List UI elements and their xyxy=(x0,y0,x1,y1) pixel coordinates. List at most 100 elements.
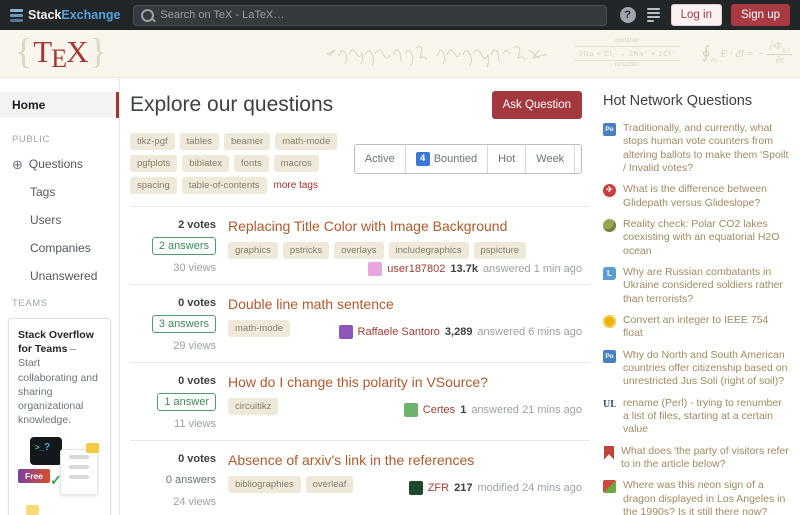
signup-button[interactable]: Sign up xyxy=(731,4,790,26)
search-icon xyxy=(141,9,154,22)
sidebar-item-home[interactable]: Home xyxy=(0,92,119,118)
tag-filter[interactable]: macros xyxy=(274,155,319,172)
hot-question[interactable]: Where was this neon sign of a dragon dis… xyxy=(603,479,790,515)
tag-filter[interactable]: tikz-pgf xyxy=(130,133,175,150)
search-container xyxy=(133,5,606,26)
hot-question[interactable]: Po Traditionally, and currently, what st… xyxy=(603,122,790,175)
filter-week[interactable]: Week xyxy=(525,145,574,173)
tag-filter[interactable]: spacing xyxy=(130,177,177,194)
question-filter-group: Active 4Bountied Hot Week Month xyxy=(354,144,582,174)
avatar[interactable] xyxy=(339,325,353,339)
teams-card-body: – Start collaborating and sharing organi… xyxy=(18,343,98,426)
tag[interactable]: math-mode xyxy=(228,320,290,337)
question-row: 0 votes 1 answer 11 views How do I chang… xyxy=(130,363,590,441)
sidebar-item-tags[interactable]: Tags xyxy=(0,178,119,206)
question-stats: 2 votes 2 answers 30 views xyxy=(130,217,228,274)
question-title-link[interactable]: Double line math sentence xyxy=(228,296,582,312)
header-background-formulas: oxidation 2Na + Cl₂ → 2Na⁺ + 2Cl⁻ reduct… xyxy=(325,30,792,77)
user-link[interactable]: user187802 xyxy=(387,263,445,275)
avatar[interactable] xyxy=(409,481,423,495)
sidebar-item-companies[interactable]: Companies xyxy=(0,234,119,262)
user-link[interactable]: ZFR xyxy=(428,482,449,494)
user-reputation: 13.7k xyxy=(450,263,478,275)
tag-filter[interactable]: biblatex xyxy=(182,155,229,172)
tag[interactable]: includegraphics xyxy=(389,242,469,259)
top-bar: StackExchange ? Log in Sign up xyxy=(0,0,800,30)
filter-hot[interactable]: Hot xyxy=(487,145,525,173)
question-row: 2 votes 2 answers 30 views Replacing Tit… xyxy=(130,207,590,285)
tag-filter[interactable]: beamer xyxy=(224,133,270,150)
hot-question[interactable]: Reality check: Polar CO2 lakes coexistin… xyxy=(603,218,790,258)
sidebar-section-public: PUBLIC xyxy=(0,126,119,150)
sidebar-item-users[interactable]: Users xyxy=(0,206,119,234)
hot-question-link[interactable]: Convert an integer to IEEE 754 float xyxy=(623,314,790,341)
hot-question[interactable]: UL rename (Perl) - trying to renumber a … xyxy=(603,397,790,437)
tag[interactable]: graphics xyxy=(228,242,278,259)
user-reputation: 217 xyxy=(454,482,472,494)
hot-question[interactable]: ✈ What is the difference between Glidepa… xyxy=(603,183,790,210)
tag[interactable]: overlays xyxy=(334,242,383,259)
stackexchange-stack-icon xyxy=(10,9,23,22)
user-link[interactable]: Certes xyxy=(423,404,455,416)
question-list: 2 votes 2 answers 30 views Replacing Tit… xyxy=(130,206,590,515)
tag-filter[interactable]: tables xyxy=(180,133,219,150)
main-column: Explore our questions Ask Question tikz-… xyxy=(120,78,590,515)
vote-count: 2 votes xyxy=(130,219,216,231)
travel-icon xyxy=(603,480,616,493)
view-count: 11 views xyxy=(130,418,216,430)
hot-question[interactable]: What does 'the party of visitors refer t… xyxy=(603,445,790,472)
tag-filter[interactable]: pgfplots xyxy=(130,155,177,172)
site-switcher-icon[interactable] xyxy=(645,6,662,24)
more-tags-link[interactable]: more tags xyxy=(272,177,320,194)
question-activity-time: modified 24 mins ago xyxy=(477,482,582,494)
hot-question-link[interactable]: What is the difference between Glidepath… xyxy=(623,183,790,210)
help-icon[interactable]: ? xyxy=(620,7,636,23)
filter-active[interactable]: Active xyxy=(355,145,405,173)
question-row: 0 votes 3 answers 29 views Double line m… xyxy=(130,285,590,363)
search-input[interactable] xyxy=(133,5,606,26)
hot-question[interactable]: Po Why do North and South American count… xyxy=(603,349,790,389)
user-link[interactable]: Raffaele Santoro xyxy=(358,326,440,338)
hot-question-link[interactable]: Why are Russian combatants in Ukraine co… xyxy=(623,266,790,306)
tag-filter[interactable]: fonts xyxy=(234,155,269,172)
hot-question-link[interactable]: Why do North and South American countrie… xyxy=(623,349,790,389)
question-title-link[interactable]: Replacing Title Color with Image Backgro… xyxy=(228,218,582,234)
aviation-icon: ✈ xyxy=(603,184,616,197)
sidebar-item-questions[interactable]: ⊕ Questions xyxy=(0,150,119,178)
filter-month[interactable]: Month xyxy=(574,145,582,173)
speech-bubble-icon xyxy=(26,505,39,515)
hot-question-link[interactable]: What does 'the party of visitors refer t… xyxy=(621,445,790,472)
hot-question[interactable]: L Why are Russian combatants in Ukraine … xyxy=(603,266,790,306)
tag-filter[interactable]: math-mode xyxy=(275,133,337,150)
hot-question-link[interactable]: Reality check: Polar CO2 lakes coexistin… xyxy=(623,218,790,258)
question-title-link[interactable]: How do I change this polarity in VSource… xyxy=(228,374,582,390)
tag[interactable]: pstricks xyxy=(283,242,329,259)
avatar[interactable] xyxy=(368,262,382,276)
sidebar-item-unanswered[interactable]: Unanswered xyxy=(0,262,119,290)
tag-filter[interactable]: table-of-contents xyxy=(182,177,267,194)
tag[interactable]: circuitikz xyxy=(228,398,278,415)
question-attribution: user187802 13.7k answered 1 min ago xyxy=(368,262,582,276)
stackexchange-logo[interactable]: StackExchange xyxy=(10,8,120,22)
stackexchange-logo-text: StackExchange xyxy=(28,8,120,22)
filter-bountied[interactable]: 4Bountied xyxy=(405,145,487,173)
left-nav: Home PUBLIC ⊕ Questions Tags Users Compa… xyxy=(0,78,120,515)
avatar[interactable] xyxy=(404,403,418,417)
tex-site-logo[interactable]: { TEX } xyxy=(14,33,108,75)
question-title-link[interactable]: Absence of arxiv's link in the reference… xyxy=(228,452,582,468)
answer-count-badge: 2 answers xyxy=(152,237,216,255)
ask-question-button[interactable]: Ask Question xyxy=(492,91,582,119)
login-button[interactable]: Log in xyxy=(671,4,722,26)
tag[interactable]: pspicture xyxy=(474,242,527,259)
hot-question-link[interactable]: Where was this neon sign of a dragon dis… xyxy=(623,479,790,515)
view-count: 29 views xyxy=(130,340,216,352)
tag-filter-list: tikz-pgf tables beamer math-mode pgfplot… xyxy=(130,133,354,194)
tag[interactable]: overleaf xyxy=(306,476,354,493)
hot-question-link[interactable]: rename (Perl) - trying to renumber a lis… xyxy=(623,397,790,437)
site-header: { TEX } oxidation 2Na + Cl₂ → 2Na⁺ + 2Cl… xyxy=(0,30,800,78)
hot-question[interactable]: Convert an integer to IEEE 754 float xyxy=(603,314,790,341)
tag[interactable]: bibliographies xyxy=(228,476,301,493)
logo-brace-right: } xyxy=(90,30,107,72)
question-activity-time: answered 21 mins ago xyxy=(471,404,582,416)
hot-question-link[interactable]: Traditionally, and currently, what stops… xyxy=(623,122,790,175)
